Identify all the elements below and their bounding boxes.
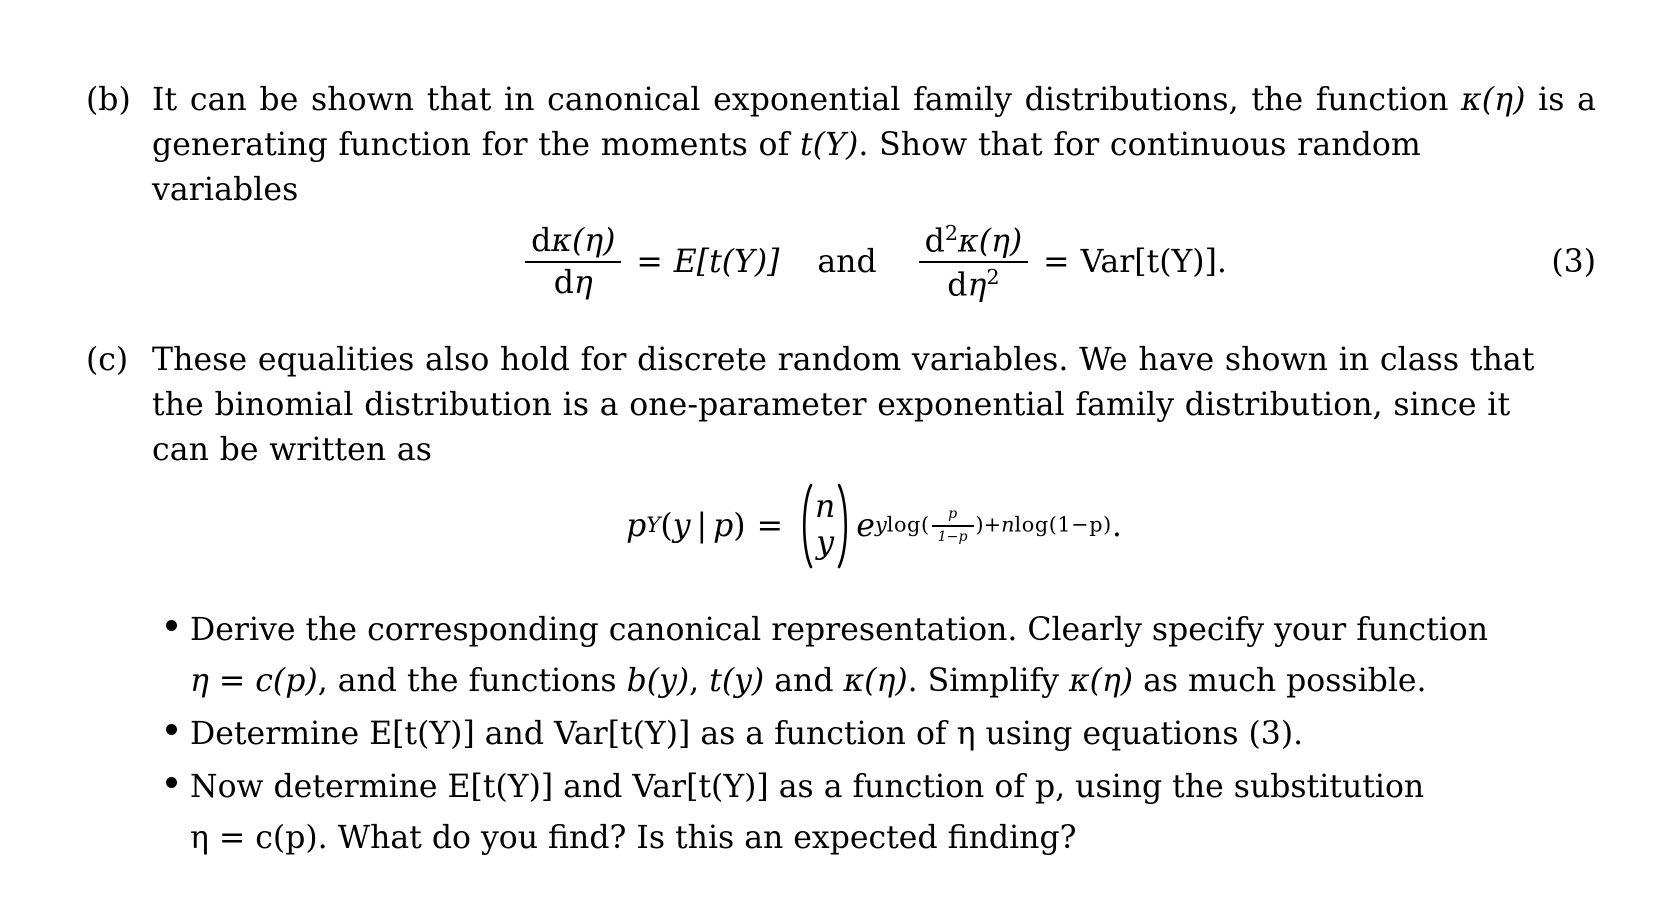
bullet-1-seg-d: ,: [689, 662, 710, 699]
paragraph-b-line-3: variables: [152, 172, 299, 208]
equation-3: dκ(η) dη = E[t(Y)] and d2κ(η) dη2 = Var[…: [152, 221, 1596, 304]
list-item: Determine E[t(Y)] and Var[t(Y)] as a fun…: [152, 709, 1596, 760]
equation-connector-and: and: [817, 244, 877, 281]
binomial-coefficient: n y: [796, 483, 854, 569]
exponent-log-term-2: log(1−p): [1014, 512, 1112, 537]
equation-binomial-pmf: p Y(y | p) = n y e ylog(p 1−p)+nlog(1−…: [152, 483, 1596, 569]
exponent-log-open-1: log(: [886, 512, 930, 537]
d-symbol-num-2: d: [924, 223, 945, 260]
equation-number-3: (3): [1551, 244, 1596, 281]
bullet-icon: [152, 762, 190, 813]
equation-period: .: [1111, 507, 1122, 544]
d-symbol-num-1: d: [531, 223, 552, 260]
second-derivative-numerator: d2κ(η): [919, 221, 1029, 259]
binomial-stack: n y: [814, 490, 836, 561]
pmf-open-paren: (: [660, 507, 673, 544]
bullet-1-line-1: Derive the corresponding canonical repre…: [190, 611, 1489, 648]
exponential-exponent: ylog( p 1−p)+nlog(1−p): [875, 506, 1112, 546]
problem-item-b: (b) It can be shown that in canonical ex…: [86, 78, 1596, 304]
pmf-parameter-p: p: [713, 507, 734, 544]
derivative-second-order: d2κ(η) dη2: [918, 221, 1029, 304]
right-paren-icon: [837, 483, 848, 569]
pmf-subscript-Y: Y: [646, 513, 661, 539]
bullet-icon: [152, 605, 190, 656]
exponent-two-num: 2: [944, 221, 959, 245]
bullet-text-2: Determine E[t(Y)] and Var[t(Y)] as a fun…: [190, 715, 1304, 752]
d-symbol-den-1: d: [553, 265, 574, 302]
kappa-eta-inline-1: κ(η): [1461, 82, 1526, 118]
kappa-eta-inline-2: κ(η): [843, 662, 908, 699]
paragraph-b-text-3: . Show that for continuous random: [858, 127, 1421, 163]
exponential-base-e: e: [856, 507, 875, 544]
item-label-c: (c): [86, 341, 129, 378]
exponent-n: n: [1001, 512, 1015, 537]
kappa-symbol-num-1: κ: [551, 223, 572, 260]
variance-t-Y-1: Var[t(Y)].: [1080, 244, 1227, 281]
binomial-bottom-y: y: [816, 524, 835, 561]
exponent-plus-sign: +: [983, 512, 1002, 537]
fraction-bar-2: [918, 261, 1029, 264]
bullet-3-line-1: Now determine E[t(Y)] and Var[t(Y)] as a…: [190, 768, 1425, 805]
equals-sign-1: =: [636, 244, 663, 281]
item-body-c: These equalities also hold for discrete …: [152, 338, 1596, 880]
exponent-two-den: 2: [986, 265, 1000, 290]
kappa-symbol-num-2: κ: [958, 223, 979, 260]
equation-3-body: dκ(η) dη = E[t(Y)] and d2κ(η) dη2 = Var[…: [521, 221, 1227, 304]
bullet-1-seg-f: and: [764, 662, 844, 699]
pmf-variable-y: y: [672, 507, 691, 544]
d-symbol-den-2: d: [947, 267, 968, 304]
sub-questions-list: Derive the corresponding canonical repre…: [152, 605, 1596, 864]
equals-sign-2: =: [1043, 244, 1070, 281]
bullet-3-line-2: η = c(p). What do you find? Is this an e…: [190, 819, 1077, 856]
fraction-bar-1: [525, 261, 622, 264]
bullet-1-seg-h: . Simplify: [907, 662, 1069, 699]
item-label-b: (b): [86, 82, 131, 118]
function-t-y: t(y): [709, 662, 765, 699]
bullet-1-seg-j: as much possible.: [1133, 662, 1427, 699]
odds-numerator-p: p: [948, 505, 958, 522]
paragraph-c-line-1: These equalities also hold for discrete …: [152, 341, 1535, 378]
eta-equals-c-p-1: η = c(p): [190, 662, 318, 699]
exponent-log-close-1: ): [975, 512, 984, 537]
item-body-b: It can be shown that in canonical expone…: [152, 78, 1596, 304]
paragraph-c-line-2: the binomial distribution is a one-param…: [152, 386, 1511, 423]
list-item: Derive the corresponding canonical repre…: [152, 605, 1596, 707]
pmf-close-paren: ): [733, 507, 746, 544]
paragraph-b: It can be shown that in canonical expone…: [152, 78, 1596, 168]
second-derivative-denominator: dη2: [941, 265, 1005, 303]
pmf-conditional-bar: |: [696, 507, 708, 544]
equals-sign-3: =: [756, 507, 783, 544]
bullet-text-1: Derive the corresponding canonical repre…: [190, 605, 1596, 707]
eta-symbol-den-2: η: [967, 267, 987, 304]
list-item: Now determine E[t(Y)] and Var[t(Y)] as a…: [152, 762, 1596, 864]
eta-symbol-den-1: η: [573, 265, 593, 302]
bullet-1-seg-b: , and the functions: [317, 662, 627, 699]
expectation-t-Y-1: E[t(Y)]: [673, 244, 780, 281]
paragraph-b-text-1: It can be shown that in canonical expone…: [152, 82, 1449, 118]
paragraph-c-line-3: can be written as: [152, 431, 433, 468]
exponent-odds-fraction: p 1−p: [931, 505, 974, 546]
document-content: (b) It can be shown that in canonical ex…: [86, 78, 1596, 880]
first-derivative-numerator: dκ(η): [525, 223, 621, 259]
pmf-symbol-p: p: [626, 507, 647, 544]
derivative-first-order: dκ(η) dη: [525, 223, 622, 301]
t-of-Y-inline-1: t(Y): [799, 127, 859, 163]
bullet-text-3: Now determine E[t(Y)] and Var[t(Y)] as a…: [190, 762, 1596, 864]
left-paren-icon: [802, 483, 813, 569]
exponent-y: y: [874, 512, 887, 537]
odds-fraction-bar: [931, 525, 974, 527]
function-b-y: b(y): [626, 662, 690, 699]
bullet-icon: [152, 709, 190, 760]
document-page: (b) It can be shown that in canonical ex…: [0, 0, 1674, 922]
equation-binomial-pmf-body: p Y(y | p) = n y e ylog(p 1−p)+nlog(1−…: [626, 483, 1122, 569]
first-derivative-denominator: dη: [548, 265, 599, 301]
odds-denominator: 1−p: [937, 528, 968, 545]
kappa-eta-inline-3: κ(η): [1068, 662, 1134, 699]
eta-arg-num-1: (η): [571, 223, 616, 260]
eta-arg-num-2: (η): [978, 223, 1023, 260]
binomial-top-n: n: [815, 489, 836, 526]
problem-item-c: (c) These equalities also hold for discr…: [86, 338, 1596, 880]
